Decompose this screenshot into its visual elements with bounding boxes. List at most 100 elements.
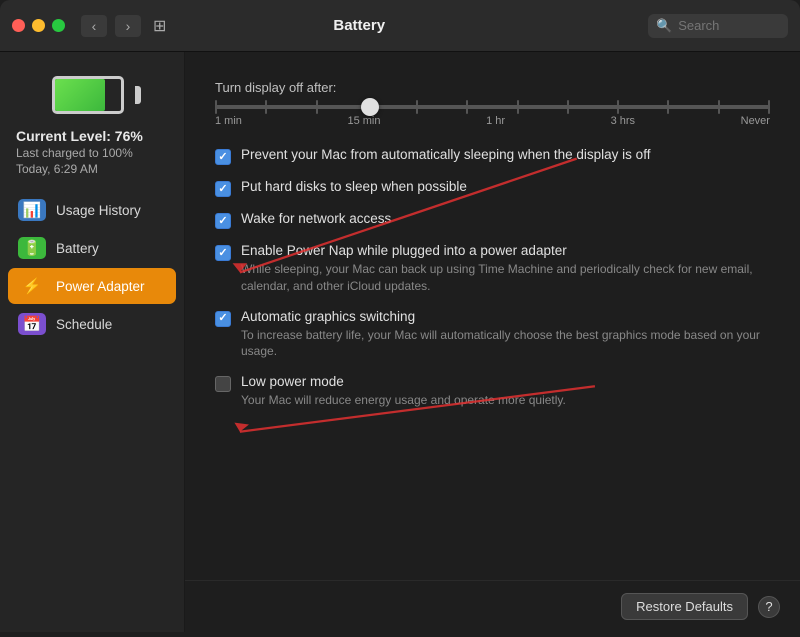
battery-nav-icon: 🔋: [18, 237, 46, 259]
tick-12: [768, 100, 770, 114]
sidebar-item-usage-history[interactable]: 📊 Usage History: [8, 192, 176, 228]
window-title: Battery: [178, 17, 540, 34]
power-nap-desc: While sleeping, your Mac can back up usi…: [241, 261, 770, 295]
power-nap-checkbox[interactable]: ✓: [215, 245, 231, 261]
low-power-desc: Your Mac will reduce energy usage and op…: [241, 392, 566, 409]
battery-fill: [55, 79, 105, 111]
usage-history-icon: 📊: [18, 199, 46, 221]
option-auto-graphics: ✓ Automatic graphics switching To increa…: [215, 309, 770, 361]
prevent-sleep-title: Prevent your Mac from automatically slee…: [241, 147, 650, 162]
tick-5: [416, 100, 418, 114]
prevent-sleep-content: Prevent your Mac from automatically slee…: [241, 147, 650, 165]
slider-label-3hrs: 3 hrs: [611, 115, 635, 127]
checkmark-icon: ✓: [218, 152, 227, 163]
slider-label-15min: 15 min: [347, 115, 380, 127]
tick-2: [265, 100, 267, 114]
slider-label-never: Never: [741, 115, 770, 127]
battery-icon: [52, 76, 132, 116]
low-power-checkbox[interactable]: ✓: [215, 376, 231, 392]
auto-graphics-content: Automatic graphics switching To increase…: [241, 309, 770, 361]
low-power-content: Low power mode Your Mac will reduce ener…: [241, 374, 566, 409]
slider-ticks: [215, 100, 770, 114]
option-low-power: ✓ Low power mode Your Mac will reduce en…: [215, 374, 770, 409]
minimize-button[interactable]: [32, 19, 45, 32]
prevent-sleep-checkbox[interactable]: ✓: [215, 149, 231, 165]
grid-icon[interactable]: ⊞: [153, 16, 166, 36]
sidebar-item-battery[interactable]: 🔋 Battery: [8, 230, 176, 266]
tick-7: [517, 100, 519, 114]
search-icon: 🔍: [656, 18, 672, 34]
slider-track-wrap: [215, 105, 770, 109]
battery-time-text: Today, 6:29 AM: [16, 162, 168, 176]
schedule-icon: 📅: [18, 313, 46, 335]
battery-icon-wrap: [52, 76, 132, 116]
help-button[interactable]: ?: [758, 596, 780, 618]
slider-label: Turn display off after:: [215, 80, 770, 95]
power-adapter-icon: ⚡: [18, 275, 46, 297]
battery-charged-text: Last charged to 100%: [16, 146, 168, 160]
close-button[interactable]: [12, 19, 25, 32]
bottom-bar: Restore Defaults ?: [185, 580, 800, 632]
sidebar-item-schedule[interactable]: 📅 Schedule: [8, 306, 176, 342]
auto-graphics-checkbox[interactable]: ✓: [215, 311, 231, 327]
checkmark-icon: ✓: [218, 216, 227, 227]
forward-button[interactable]: ›: [115, 15, 141, 37]
fullscreen-button[interactable]: [52, 19, 65, 32]
option-power-nap: ✓ Enable Power Nap while plugged into a …: [215, 243, 770, 295]
wake-network-title: Wake for network access: [241, 211, 391, 226]
slider-label-1hr: 1 hr: [486, 115, 505, 127]
auto-graphics-desc: To increase battery life, your Mac will …: [241, 327, 770, 361]
wake-network-checkbox[interactable]: ✓: [215, 213, 231, 229]
slider-label-1min: 1 min: [215, 115, 242, 127]
low-power-title: Low power mode: [241, 374, 566, 389]
slider-track[interactable]: [215, 105, 770, 109]
auto-graphics-checkbox-wrap[interactable]: ✓: [215, 311, 231, 327]
sidebar-item-power-adapter[interactable]: ⚡ Power Adapter: [8, 268, 176, 304]
battery-tip: [135, 86, 141, 104]
restore-defaults-button[interactable]: Restore Defaults: [621, 593, 748, 620]
tick-8: [567, 100, 569, 114]
option-wake-network: ✓ Wake for network access: [215, 211, 770, 229]
power-nap-content: Enable Power Nap while plugged into a po…: [241, 243, 770, 295]
checkmark-icon: ✓: [218, 184, 227, 195]
checkmark-icon: ✓: [218, 248, 227, 259]
power-nap-title: Enable Power Nap while plugged into a po…: [241, 243, 770, 258]
main-layout: Current Level: 76% Last charged to 100% …: [0, 52, 800, 632]
tick-9: [617, 100, 619, 114]
hard-disk-checkbox[interactable]: ✓: [215, 181, 231, 197]
checkmark-icon: ✓: [218, 313, 227, 324]
tick-6: [466, 100, 468, 114]
low-power-checkbox-wrap[interactable]: ✓: [215, 376, 231, 392]
tick-10: [667, 100, 669, 114]
back-button[interactable]: ‹: [81, 15, 107, 37]
hard-disk-content: Put hard disks to sleep when possible: [241, 179, 467, 197]
content-area: Turn display off after:: [185, 52, 800, 632]
titlebar: ‹ › ⊞ Battery 🔍: [0, 0, 800, 52]
option-hard-disk-sleep: ✓ Put hard disks to sleep when possible: [215, 179, 770, 197]
slider-thumb[interactable]: [361, 98, 379, 116]
hard-disk-title: Put hard disks to sleep when possible: [241, 179, 467, 194]
option-prevent-sleep: ✓ Prevent your Mac from automatically sl…: [215, 147, 770, 165]
tick-1: [215, 100, 217, 114]
hard-disk-checkbox-wrap[interactable]: ✓: [215, 181, 231, 197]
battery-level-text: Current Level: 76%: [16, 128, 168, 144]
battery-status: Current Level: 76% Last charged to 100% …: [0, 128, 184, 192]
sidebar-nav: 📊 Usage History 🔋 Battery ⚡ Power Adapte…: [0, 192, 184, 344]
sidebar-item-usage-history-label: Usage History: [56, 203, 141, 218]
search-box[interactable]: 🔍: [648, 14, 788, 38]
tick-3: [316, 100, 318, 114]
power-nap-checkbox-wrap[interactable]: ✓: [215, 245, 231, 261]
sidebar-item-battery-label: Battery: [56, 241, 99, 256]
sidebar-item-power-adapter-label: Power Adapter: [56, 279, 145, 294]
sidebar: Current Level: 76% Last charged to 100% …: [0, 52, 185, 632]
auto-graphics-title: Automatic graphics switching: [241, 309, 770, 324]
wake-network-checkbox-wrap[interactable]: ✓: [215, 213, 231, 229]
wake-network-content: Wake for network access: [241, 211, 391, 229]
tick-11: [718, 100, 720, 114]
sidebar-item-schedule-label: Schedule: [56, 317, 112, 332]
display-sleep-slider-section: Turn display off after:: [215, 80, 770, 127]
slider-labels: 1 min 15 min 1 hr 3 hrs Never: [215, 115, 770, 127]
prevent-sleep-checkbox-wrap[interactable]: ✓: [215, 149, 231, 165]
traffic-lights: [12, 19, 65, 32]
search-input[interactable]: [678, 18, 780, 33]
